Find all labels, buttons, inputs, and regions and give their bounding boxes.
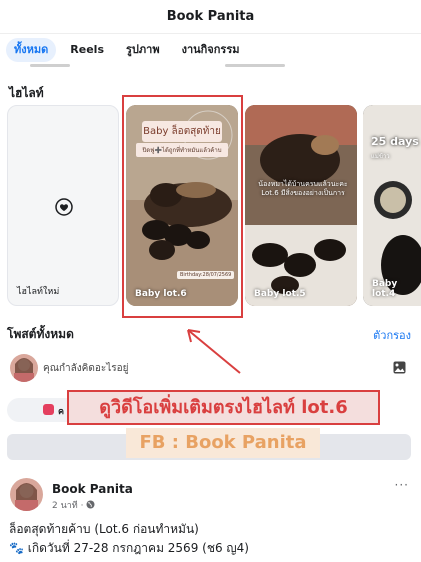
highlight-lot5[interactable]: น้องหมาได้บ้านครบแล้วนะคะ Lot.6 มีสิ่งขอ…	[245, 105, 357, 306]
globe-icon	[86, 500, 95, 509]
reel-icon	[43, 404, 54, 415]
photo-icon[interactable]	[393, 361, 406, 374]
highlights-title: ไฮไลท์	[9, 86, 44, 100]
composer-placeholder: คุณกำลังคิดอะไรอยู่	[43, 363, 129, 374]
new-highlight-label: ไฮไลท์ใหม่	[17, 287, 60, 297]
post-card: Book Panita 2 นาที · ··· ล็อตสุดท้ายค้าบ…	[0, 470, 421, 562]
highlight-lot4-label: Baby lot.4	[372, 279, 398, 299]
post-avatar-image	[15, 483, 38, 511]
posts-section-title: โพสต์ทั้งหมด	[7, 327, 74, 341]
filter-link[interactable]: ตัวกรอง	[373, 326, 411, 344]
tab-events[interactable]: งานกิจกรรม	[174, 38, 248, 62]
tab-all[interactable]: ทั้งหมด	[6, 38, 57, 62]
post-author[interactable]: Book Panita	[52, 482, 133, 496]
highlight-lot5-image	[245, 105, 357, 306]
scroll-hint	[225, 64, 285, 67]
post-meta: 2 นาที ·	[52, 498, 95, 512]
post-text-line: ล็อตสุดท้ายค้าบ (Lot.6 ก่อนทำหมัน)	[9, 522, 199, 536]
post-composer[interactable]: คุณกำลังคิดอะไรอยู่	[7, 352, 412, 384]
highlight-lot5-label: Baby lot.5	[254, 289, 306, 299]
add-highlight-icon	[55, 198, 73, 216]
annotation-banner-text: ดูวิดีโอเพิ่มเติมตรงไฮไลท์ lot.6	[99, 397, 348, 418]
tab-reels[interactable]: Reels	[62, 38, 112, 62]
highlight-lot5-caption: น้องหมาได้บ้านครบแล้วนะคะ Lot.6 มีสิ่งขอ…	[258, 180, 348, 197]
post-timestamp: 2 นาที ·	[52, 501, 87, 511]
more-options-icon[interactable]: ···	[395, 478, 409, 492]
annotation-banner: ดูวิดีโอเพิ่มเติมตรงไฮไลท์ lot.6	[67, 390, 380, 425]
scroll-hint	[30, 64, 70, 67]
new-highlight-card[interactable]: ไฮไลท์ใหม่	[7, 105, 119, 306]
avatar	[10, 354, 38, 382]
page-title: Book Panita	[166, 9, 255, 24]
highlight-lot4-overlay-subtitle: แม่ข้าว	[371, 153, 390, 160]
avatar-image	[14, 358, 34, 382]
reel-chip-label: ค	[58, 407, 65, 417]
annotation-fb-tag-text: FB : Book Panita	[139, 432, 307, 453]
tab-photos[interactable]: รูปภาพ	[118, 38, 168, 62]
annotation-fb-tag: FB : Book Panita	[126, 428, 320, 458]
highlight-lot4[interactable]: 25 days แม่ข้าว Baby lot.4	[363, 105, 421, 306]
annotation-highlight-frame	[122, 95, 243, 318]
top-bar: Book Panita	[0, 0, 421, 34]
post-text-line: 🐾 เกิดวันที่ 27-28 กรกฎาคม 2569 (ช6 ญ4)	[9, 541, 249, 555]
post-avatar[interactable]	[10, 478, 43, 511]
tab-bar: ทั้งหมด Reels รูปภาพ งานกิจกรรม	[6, 38, 247, 62]
highlight-lot4-overlay-title: 25 days	[371, 135, 419, 148]
